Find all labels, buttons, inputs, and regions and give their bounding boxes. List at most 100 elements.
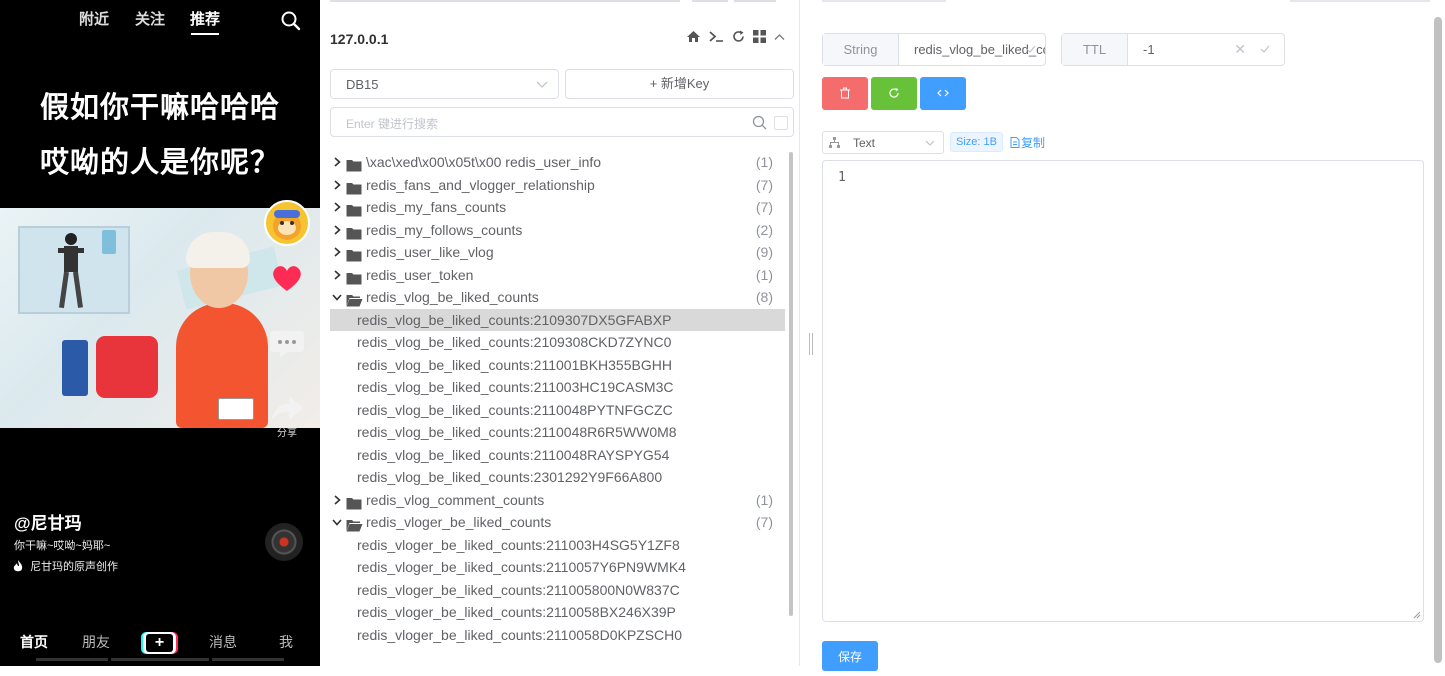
tab-messages[interactable]: 消息 — [209, 632, 237, 652]
music-row[interactable]: 尼甘玛的原声创作 — [12, 558, 118, 574]
chevron-right-icon[interactable] — [332, 219, 342, 244]
value-editor[interactable]: 1 — [822, 160, 1424, 622]
tree-key-row[interactable]: redis_vlog_be_liked_counts:2301292Y9F66A… — [330, 466, 785, 489]
top-tab-edge — [734, 0, 776, 2]
tab-home[interactable]: 首页 — [20, 632, 48, 652]
key-name-input[interactable]: redis_vlog_be_liked_counts:2109307DX5GFA… — [899, 34, 1045, 65]
home-icon[interactable] — [686, 30, 701, 43]
format-tree-icon — [829, 137, 840, 148]
key-search-input[interactable]: Enter 键进行搜索 — [330, 107, 794, 137]
dump-command-button[interactable] — [920, 77, 966, 110]
tree-key-row[interactable]: redis_vlog_be_liked_counts:211001BKH355B… — [330, 354, 785, 377]
tree-folder-row[interactable]: \xac\xed\x00\x05t\x00 redis_user_info (1) — [330, 151, 785, 174]
folder-icon — [346, 179, 362, 194]
save-button[interactable]: 保存 — [822, 641, 878, 671]
refresh-key-button[interactable] — [871, 77, 917, 110]
copy-label: 复制 — [1021, 136, 1046, 150]
ttl-group: TTL -1 ✕ — [1061, 33, 1285, 66]
chevron-right-icon[interactable] — [332, 264, 342, 289]
tree-key-label: redis_vloger_be_liked_counts:2110058BX24… — [357, 604, 676, 620]
chevron-down-icon[interactable] — [332, 286, 342, 311]
new-key-button[interactable]: + 新增Key — [565, 69, 794, 99]
music-disc-icon[interactable] — [265, 523, 303, 561]
clear-icon[interactable]: ✕ — [1234, 34, 1246, 65]
tree-folder-row[interactable]: redis_user_token (1) — [330, 264, 785, 287]
chevron-right-icon[interactable] — [332, 241, 342, 266]
tree-folder-row[interactable]: redis_fans_and_vlogger_relationship (7) — [330, 174, 785, 197]
nav-divider — [111, 658, 209, 661]
ttl-value: -1 — [1143, 42, 1155, 57]
video-red-logo — [96, 336, 158, 398]
folder-open-icon — [346, 516, 363, 532]
tree-folder-label: redis_vloger_be_liked_counts — [366, 514, 552, 530]
tab-nearby[interactable]: 附近 — [79, 8, 109, 29]
tree-folder-label: redis_user_token — [366, 266, 474, 283]
chevron-down-icon — [925, 140, 935, 146]
chevron-down-icon[interactable] — [332, 511, 342, 536]
tree-folder-label: redis_vlog_comment_counts — [366, 491, 545, 508]
author-name[interactable]: @尼甘玛 — [14, 509, 82, 534]
tree-key-label: redis_vloger_be_liked_counts:2110057Y6PN… — [357, 559, 686, 575]
tree-folder-count: (1) — [755, 266, 773, 283]
tree-folder-row[interactable]: redis_user_like_vlog (9) — [330, 241, 785, 264]
tree-key-row[interactable]: redis_vlog_be_liked_counts:2110048RAYSPY… — [330, 444, 785, 467]
search-icon[interactable] — [280, 10, 302, 32]
terminal-icon[interactable] — [709, 30, 724, 43]
tree-folder-row[interactable]: redis_vlog_comment_counts (1) — [330, 489, 785, 512]
search-icon[interactable] — [752, 115, 767, 130]
tab-friends[interactable]: 朋友 — [82, 632, 110, 652]
delete-key-button[interactable] — [822, 77, 868, 110]
comment-icon[interactable] — [267, 322, 307, 362]
check-icon[interactable] — [1026, 44, 1036, 54]
like-icon[interactable] — [267, 258, 307, 298]
resize-grip-icon[interactable] — [1413, 611, 1421, 619]
chevron-right-icon[interactable] — [332, 151, 342, 176]
tree-folder-row[interactable]: redis_my_fans_counts (7) — [330, 196, 785, 219]
folder-icon — [346, 246, 362, 262]
connection-name[interactable]: 127.0.0.1 — [330, 31, 388, 47]
exact-match-checkbox[interactable] — [774, 116, 788, 130]
tree-key-row[interactable]: redis_vlog_be_liked_counts:2110048R6R5WW… — [330, 421, 785, 444]
chevron-right-icon[interactable] — [332, 196, 342, 221]
folder-icon — [346, 156, 362, 172]
video-name-tag — [218, 398, 254, 420]
tree-key-row[interactable]: redis_vloger_be_liked_counts:211005800N0… — [330, 579, 785, 602]
refresh-icon[interactable] — [732, 30, 745, 43]
copy-value-button[interactable]: 复制 — [1010, 134, 1045, 151]
tree-folder-row[interactable]: redis_my_follows_counts (2) — [330, 219, 785, 242]
tab-recommended[interactable]: 推荐 — [190, 8, 220, 35]
chevron-right-icon[interactable] — [332, 489, 342, 514]
nav-divider — [212, 658, 284, 661]
tree-key-row[interactable]: redis_vlog_be_liked_counts:2110048PYTNFG… — [330, 399, 785, 422]
chevron-right-icon[interactable] — [332, 174, 342, 199]
tree-folder-label: redis_my_fans_counts — [366, 199, 507, 215]
format-select[interactable]: Text — [822, 131, 944, 154]
top-tab-edge — [1290, 0, 1430, 2]
creator-avatar[interactable] — [264, 200, 310, 246]
tree-folder-row[interactable]: redis_vloger_be_liked_counts (7) — [330, 511, 785, 534]
share-icon[interactable] — [267, 388, 307, 428]
ttl-input[interactable]: -1 ✕ — [1128, 34, 1284, 65]
tree-scrollbar[interactable] — [789, 152, 793, 616]
tree-key-row[interactable]: redis_vlog_be_liked_counts:211003HC19CAS… — [330, 376, 785, 399]
page-scrollbar[interactable] — [1434, 17, 1442, 663]
tree-key-row[interactable]: redis_vloger_be_liked_counts:211003H4SG5… — [330, 534, 785, 557]
tree-key-row[interactable]: redis_vloger_be_liked_counts:2110057Y6PN… — [330, 556, 785, 579]
tab-following[interactable]: 关注 — [135, 8, 165, 29]
create-button[interactable]: + — [143, 632, 176, 654]
check-icon[interactable] — [1260, 44, 1270, 54]
tree-key-label: redis_vlog_be_liked_counts:211003HC19CAS… — [357, 379, 674, 395]
chevron-up-icon[interactable] — [774, 32, 785, 43]
tree-key-row[interactable]: redis_vloger_be_liked_counts:2110058BX24… — [330, 601, 785, 624]
tree-folder-count: (7) — [755, 176, 773, 193]
tree-key-label: redis_vloger_be_liked_counts:211005800N0… — [357, 581, 680, 598]
tree-folder-row[interactable]: redis_vlog_be_liked_counts (8) — [330, 286, 785, 309]
tab-me[interactable]: 我 — [279, 632, 293, 652]
db-select[interactable]: DB15 — [330, 69, 559, 99]
panel-splitter-icon[interactable] — [808, 333, 814, 355]
tree-key-row[interactable]: redis_vlog_be_liked_counts:2109308CKD7ZY… — [330, 331, 785, 354]
tree-key-row[interactable]: redis_vlog_be_liked_counts:2109307DX5GFA… — [330, 308, 785, 331]
grid-icon[interactable] — [752, 30, 766, 43]
tree-key-row[interactable]: redis_vloger_be_liked_counts:2110058D0KP… — [330, 624, 785, 647]
video-blue-block — [62, 340, 88, 396]
